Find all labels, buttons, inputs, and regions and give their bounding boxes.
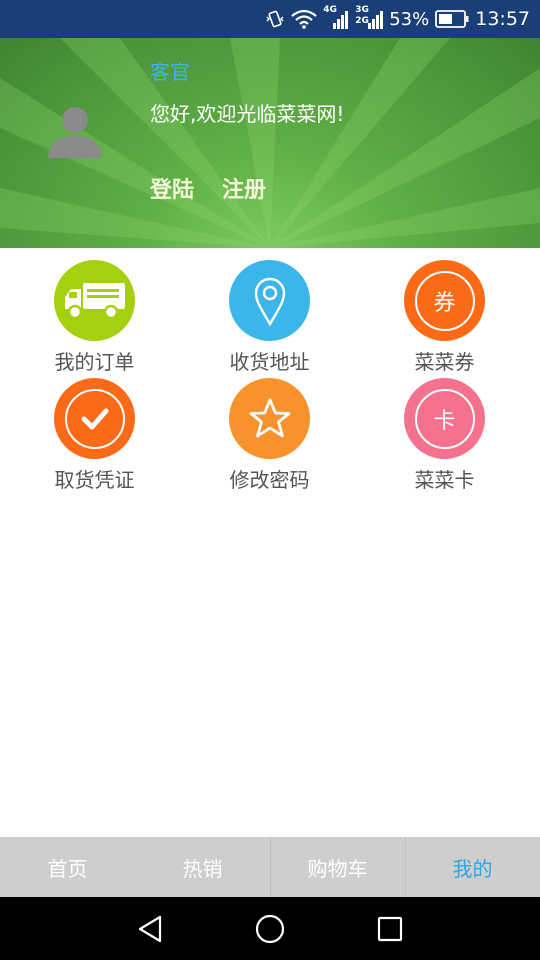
system-nav-bar: [0, 897, 540, 960]
menu-item-pickup-voucher[interactable]: 取货凭证: [14, 366, 174, 492]
profile-header: 客官 您好,欢迎光临菜菜网! 登陆 注册: [0, 38, 540, 248]
recents-icon[interactable]: [372, 911, 408, 947]
coupon-icon: 券: [404, 260, 485, 341]
menu-item-my-orders[interactable]: 我的订单: [14, 248, 174, 374]
status-bar-right: 4G 3G 2G 53% 13:57: [265, 0, 530, 38]
battery-icon: [435, 10, 469, 28]
home-icon[interactable]: [252, 911, 288, 947]
tab-hot[interactable]: 热销: [135, 837, 270, 897]
tab-label: 我的: [452, 856, 493, 881]
tab-divider: [405, 837, 406, 897]
user-avatar-icon[interactable]: [46, 102, 104, 160]
card-icon: 卡: [404, 378, 485, 459]
guest-label: 客官: [150, 60, 190, 84]
clock: 13:57: [475, 8, 530, 30]
tab-divider: [270, 837, 271, 897]
login-link[interactable]: 登陆: [150, 172, 194, 204]
tab-cart[interactable]: 购物车: [270, 837, 405, 897]
auth-links: 登陆 注册: [150, 172, 266, 204]
back-icon[interactable]: [132, 911, 168, 947]
tab-label: 首页: [47, 856, 88, 881]
coupon-icon-text: 券: [414, 270, 475, 331]
menu-item-coupon[interactable]: 券 菜菜券: [364, 248, 524, 374]
welcome-text: 您好,欢迎光临菜菜网!: [150, 102, 345, 126]
checkmark-icon: [54, 378, 135, 459]
wifi-icon: [291, 9, 317, 29]
tab-home[interactable]: 首页: [0, 837, 135, 897]
truck-icon: [54, 260, 135, 341]
menu-item-change-password[interactable]: 修改密码: [189, 366, 349, 492]
location-pin-icon: [229, 260, 310, 341]
bottom-tab-bar: 首页 热销 购物车 我的: [0, 837, 540, 897]
card-icon-text: 卡: [414, 388, 475, 449]
register-link[interactable]: 注册: [222, 172, 266, 204]
network-4g-label: 4G: [323, 5, 337, 15]
vibrate-icon: [265, 9, 285, 29]
menu-label: 取货凭证: [54, 468, 135, 492]
signal-4g: 4G: [323, 5, 349, 30]
network-2g-label: 2G: [355, 16, 369, 26]
network-3g-label: 3G: [355, 5, 369, 15]
tab-mine[interactable]: 我的: [405, 837, 540, 897]
tab-label: 热销: [182, 856, 223, 881]
menu-item-address[interactable]: 收货地址: [189, 248, 349, 374]
signal-3g-2g: 3G 2G: [355, 5, 384, 30]
menu-item-card[interactable]: 卡 菜菜卡: [364, 366, 524, 492]
menu-label: 修改密码: [229, 468, 310, 492]
star-icon: [229, 378, 310, 459]
battery-percent: 53%: [389, 8, 430, 30]
checkmark-ring: [64, 388, 125, 449]
menu-label: 菜菜卡: [414, 468, 475, 492]
tab-label: 购物车: [307, 856, 368, 881]
status-bar: 4G 3G 2G 53% 13:57: [0, 0, 540, 38]
